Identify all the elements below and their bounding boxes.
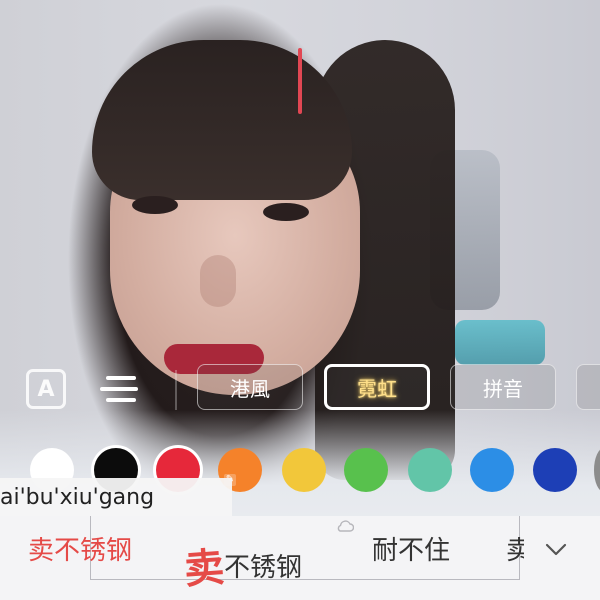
color-swatch-dark-blue[interactable] xyxy=(533,448,577,492)
text-style-toolbar: A 港風 霓虹 拼音 xyxy=(0,362,600,412)
ime-candidate-4[interactable]: 卖 xyxy=(506,530,524,567)
style-option-hk-style[interactable]: 港風 xyxy=(197,364,303,410)
ime-composing-text: ai'bu'xiu'gang xyxy=(0,478,232,518)
style-option-pinyin[interactable]: 拼音 xyxy=(450,364,556,410)
text-align-icon[interactable] xyxy=(100,370,140,408)
style-option-neon[interactable]: 霓虹 xyxy=(324,364,430,410)
right-eye xyxy=(263,203,309,221)
style-option-label: 霓虹 xyxy=(357,376,397,401)
nose xyxy=(200,255,236,307)
ime-candidate-1[interactable]: 卖不锈钢 xyxy=(28,530,132,567)
style-option-more[interactable] xyxy=(576,364,600,410)
text-background-toggle[interactable]: A xyxy=(26,369,66,409)
color-swatch-green[interactable] xyxy=(344,448,388,492)
candidate-emphasis-char: 卖 xyxy=(182,544,226,594)
cloud-icon xyxy=(337,520,354,532)
color-swatch-teal[interactable] xyxy=(408,448,452,492)
ime-candidate-3[interactable]: 耐不住 xyxy=(372,530,450,567)
color-swatch-gray[interactable] xyxy=(594,448,600,492)
style-option-label: 拼音 xyxy=(483,376,523,401)
ime-candidate-2[interactable]: 卖不锈钢 xyxy=(183,530,303,594)
background-device xyxy=(455,320,545,365)
left-eye xyxy=(132,196,178,214)
style-option-label: 港風 xyxy=(230,376,270,401)
toolbar-divider xyxy=(175,370,177,410)
chevron-down-icon[interactable] xyxy=(544,537,568,561)
candidate-highlight-frame xyxy=(90,516,520,580)
candidate-rest: 不锈钢 xyxy=(224,553,303,583)
color-swatch-blue[interactable] xyxy=(470,448,514,492)
color-swatch-yellow[interactable] xyxy=(282,448,326,492)
text-cursor xyxy=(298,48,302,114)
